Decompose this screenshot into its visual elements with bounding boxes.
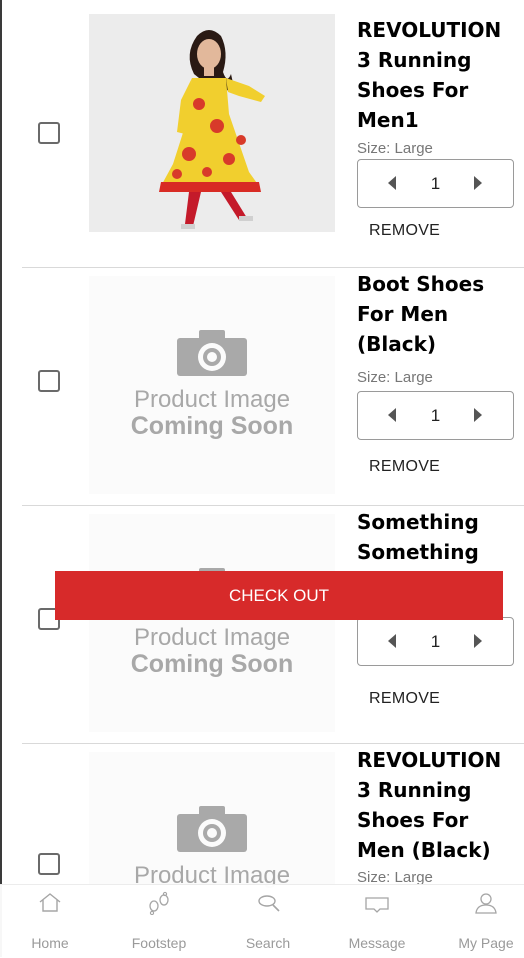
user-icon — [475, 893, 497, 914]
product-name-line: Boot Shoes — [357, 272, 485, 296]
home-icon — [39, 893, 61, 912]
placeholder-line: Coming Soon — [130, 412, 294, 440]
nav-label: Search — [245, 935, 291, 951]
message-icon — [365, 897, 389, 913]
cart-item: Product Image Coming Soon Boot Shoes For… — [0, 268, 524, 506]
remove-button[interactable]: REMOVE — [369, 222, 440, 240]
product-name-line: Men (Black) — [357, 838, 491, 862]
product-image-placeholder[interactable]: Product Image — [89, 752, 335, 895]
nav-label: Home — [31, 935, 69, 951]
quantity-value: 1 — [430, 174, 441, 193]
item-checkbox[interactable] — [38, 370, 60, 392]
cart-list[interactable]: REVOLUTION 3 Running Shoes For Men1 Size… — [0, 0, 524, 895]
product-name-line: Shoes For — [357, 808, 469, 832]
product-name[interactable]: Boot Shoes For Men (Black) — [357, 269, 517, 359]
item-checkbox[interactable] — [38, 853, 60, 875]
kurta-photo — [89, 14, 335, 232]
footstep-icon — [149, 891, 169, 915]
bottom-nav: Home Footstep Search Message My Page — [0, 884, 524, 958]
quantity-stepper[interactable]: 1 — [357, 617, 514, 666]
product-name-line: Shoes For — [357, 78, 469, 102]
cart-item: Product Image REVOLUTION 3 Running Shoes… — [0, 744, 524, 895]
nav-label: Footstep — [131, 935, 187, 951]
quantity-value: 1 — [430, 632, 441, 651]
chevron-right-icon[interactable] — [471, 632, 485, 650]
size-label: Size: Large — [357, 140, 433, 157]
size-label: Size: Large — [357, 369, 433, 386]
quantity-stepper[interactable]: 1 — [357, 159, 514, 208]
quantity-value: 1 — [430, 406, 441, 425]
product-name[interactable]: REVOLUTION 3 Running Shoes For Men1 — [357, 15, 517, 135]
quantity-stepper[interactable]: 1 — [357, 391, 514, 440]
search-icon — [258, 895, 280, 912]
placeholder-line: Product Image — [133, 386, 291, 413]
nav-item-home[interactable]: Home — [5, 885, 95, 958]
chevron-right-icon[interactable] — [471, 174, 485, 192]
nav-item-footstep[interactable]: Footstep — [114, 885, 204, 958]
nav-item-search[interactable]: Search — [223, 885, 313, 958]
placeholder-line: Product Image — [133, 624, 291, 651]
camera-icon — [89, 276, 335, 494]
checkout-button[interactable]: CHECK OUT — [55, 571, 503, 620]
remove-button[interactable]: REMOVE — [369, 458, 440, 476]
product-image[interactable] — [89, 14, 335, 232]
product-name[interactable]: Something Something — [357, 507, 517, 567]
cart-item: Product Image Coming Soon Something Some… — [0, 506, 524, 744]
chevron-right-icon[interactable] — [471, 406, 485, 424]
product-name-line: Something — [357, 510, 479, 534]
product-name-line: Something — [357, 540, 479, 564]
product-image-placeholder[interactable]: Product Image Coming Soon — [89, 514, 335, 732]
product-name[interactable]: REVOLUTION 3 Running Shoes For Men (Blac… — [357, 745, 517, 865]
cart-item: REVOLUTION 3 Running Shoes For Men1 Size… — [0, 0, 524, 268]
placeholder-line: Coming Soon — [130, 650, 294, 678]
nav-label: My Page — [458, 935, 514, 951]
remove-button[interactable]: REMOVE — [369, 690, 440, 708]
nav-item-my-page[interactable]: My Page — [441, 885, 524, 958]
product-name-line: (Black) — [357, 332, 437, 356]
product-name-line: 3 Running — [357, 48, 472, 72]
product-name-line: For Men — [357, 302, 449, 326]
product-name-line: Men1 — [357, 108, 419, 132]
item-checkbox[interactable] — [38, 122, 60, 144]
product-name-line: 3 Running — [357, 778, 472, 802]
product-name-line: REVOLUTION — [357, 748, 502, 772]
camera-icon — [89, 514, 335, 732]
nav-label: Message — [348, 935, 406, 951]
product-name-line: REVOLUTION — [357, 18, 502, 42]
nav-item-message[interactable]: Message — [332, 885, 422, 958]
product-image-placeholder[interactable]: Product Image Coming Soon — [89, 276, 335, 494]
